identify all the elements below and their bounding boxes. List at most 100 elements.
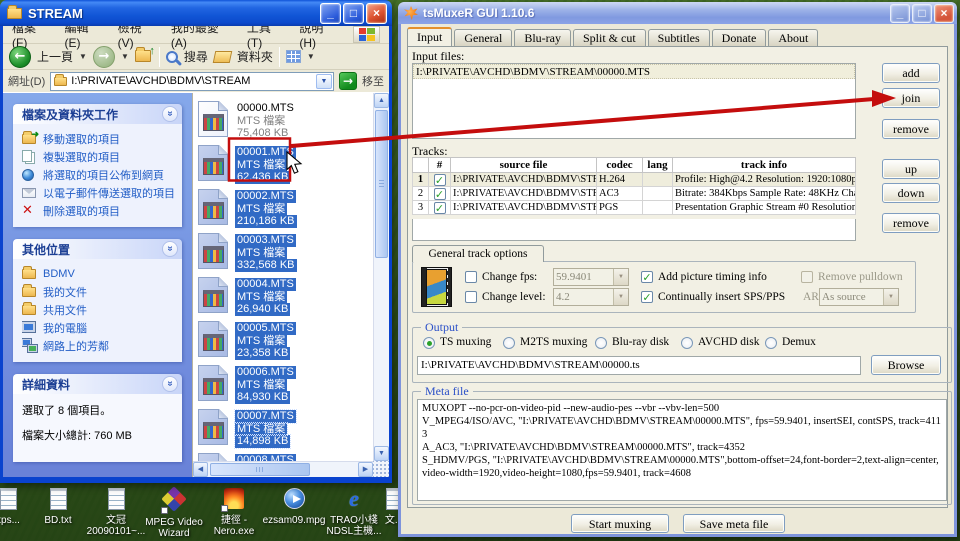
change-fps-checkbox[interactable]: ✓	[465, 271, 477, 283]
close-button[interactable]: ×	[934, 4, 954, 23]
file-tasks-header[interactable]: 檔案及資料夾工作	[13, 104, 182, 124]
details-header[interactable]: 詳細資料	[13, 374, 182, 394]
file-tile[interactable]: 00002.MTSMTS 檔案210,186 KB	[198, 189, 297, 228]
file-tile[interactable]: 00003.MTSMTS 檔案332,568 KB	[198, 233, 297, 272]
browse-button[interactable]: Browse	[871, 355, 941, 375]
search-icon[interactable]	[166, 51, 178, 63]
go-button-label[interactable]: 移至	[362, 73, 384, 89]
ts-muxing-radio[interactable]	[423, 337, 435, 349]
file-tile-highlighted[interactable]: 00001.MTSMTS 檔案62,436 KB	[198, 145, 296, 184]
desktop-icon-nero[interactable]: 捷徑 -Nero.exe	[202, 488, 266, 537]
avchd-disk-label[interactable]: AVCHD disk	[698, 336, 759, 348]
tab-general[interactable]: General	[454, 29, 512, 46]
views-icon[interactable]	[286, 50, 301, 63]
desktop-icon-mpeg-wizard[interactable]: MPEG VideoWizard	[142, 488, 206, 539]
horizontal-scroll-thumb[interactable]	[210, 463, 310, 476]
tab-input[interactable]: Input	[407, 27, 452, 46]
minimize-button[interactable]: _	[320, 3, 341, 24]
collapse-chevron-icon[interactable]	[162, 376, 178, 392]
start-muxing-button[interactable]: Start muxing	[571, 514, 669, 533]
aspect-ratio-dropdown[interactable]: As source▼	[819, 288, 899, 306]
go-icon[interactable]: →	[339, 72, 357, 90]
place-my-computer[interactable]: 我的電腦	[22, 320, 177, 335]
resize-grip[interactable]	[373, 461, 389, 477]
back-icon[interactable]: ←	[9, 46, 31, 68]
meta-file-textarea[interactable]: MUXOPT --no-pcr-on-video-pid --new-audio…	[417, 399, 947, 501]
join-button[interactable]: join	[882, 88, 940, 108]
task-copy-item[interactable]: 複製選取的項目	[22, 149, 177, 164]
track-row[interactable]: 3 ✓ I:\PRIVATE\AVCHD\BDMV\STREA··· PGS P…	[413, 201, 856, 215]
place-bdmv[interactable]: BDMV	[22, 266, 177, 281]
ts-muxing-label[interactable]: TS muxing	[440, 336, 491, 348]
task-delete-item[interactable]: ✕刪除選取的項目	[22, 203, 177, 218]
level-dropdown[interactable]: 4.2▼	[553, 288, 629, 306]
address-dropdown-icon[interactable]: ▼	[316, 74, 332, 89]
output-path-input[interactable]: I:\PRIVATE\AVCHD\BDMV\STREAM\00000.ts	[417, 356, 861, 375]
folders-button-label[interactable]: 資料夾	[237, 48, 273, 65]
file-tile-focused[interactable]: 00007.MTSMTS 檔案14,898 KB	[198, 409, 296, 448]
bluray-disk-label[interactable]: Blu-ray disk	[612, 336, 669, 348]
maximize-button[interactable]: □	[343, 3, 364, 24]
other-places-header[interactable]: 其他位置	[13, 239, 182, 259]
file-tile[interactable]: 00006.MTSMTS 檔案84,930 KB	[198, 365, 296, 404]
desktop-icon-doc[interactable]: 文冠20090101~...	[84, 488, 148, 537]
track-down-button[interactable]: down	[882, 183, 940, 203]
explorer-titlebar[interactable]: STREAM _ □ ×	[0, 0, 392, 26]
add-picture-timing-checkbox[interactable]: ✓	[641, 271, 653, 283]
scroll-left-icon[interactable]: ◀	[193, 462, 208, 477]
change-level-checkbox[interactable]: ✓	[465, 291, 477, 303]
fps-dropdown[interactable]: 59.9401▼	[553, 268, 629, 286]
file-tile[interactable]: 00000.MTSMTS 檔案75,408 KB	[198, 101, 296, 140]
collapse-chevron-icon[interactable]	[162, 106, 178, 122]
tab-subtitles[interactable]: Subtitles	[648, 29, 710, 46]
forward-icon[interactable]: →	[93, 46, 115, 68]
insert-sps-pps-checkbox[interactable]: ✓	[641, 291, 653, 303]
tsmuxer-titlebar[interactable]: tsMuxeR GUI 1.10.6 _ □ ×	[398, 2, 957, 24]
task-move-item[interactable]: ➜移動選取的項目	[22, 131, 177, 146]
place-shared-documents[interactable]: 共用文件	[22, 302, 177, 317]
general-track-options-tab[interactable]: General track options	[412, 245, 544, 262]
add-button[interactable]: add	[882, 63, 940, 83]
demux-radio[interactable]	[765, 337, 777, 349]
track-enabled-checkbox[interactable]: ✓	[434, 202, 446, 214]
track-enabled-checkbox[interactable]: ✓	[434, 174, 446, 186]
bluray-disk-radio[interactable]	[595, 337, 607, 349]
track-enabled-checkbox[interactable]: ✓	[434, 188, 446, 200]
scroll-down-icon[interactable]: ▼	[374, 446, 389, 461]
file-tile[interactable]: 00005.MTSMTS 檔案23,358 KB	[198, 321, 296, 360]
up-folder-icon[interactable]	[135, 50, 153, 64]
scroll-up-icon[interactable]: ▲	[374, 93, 389, 108]
m2ts-muxing-radio[interactable]	[503, 337, 515, 349]
desktop-icon-bd-txt[interactable]: BD.txt	[26, 488, 90, 526]
track-row[interactable]: 2 ✓ I:\PRIVATE\AVCHD\BDMV\STREA··· AC3 B…	[413, 187, 856, 201]
place-network[interactable]: 網路上的芳鄰	[22, 338, 177, 353]
file-tile[interactable]: 00004.MTSMTS 檔案26,940 KB	[198, 277, 296, 316]
vertical-scroll-thumb[interactable]	[375, 110, 388, 258]
tab-about[interactable]: About	[768, 29, 818, 46]
minimize-button[interactable]: _	[890, 4, 910, 23]
tab-donate[interactable]: Donate	[712, 29, 767, 46]
remove-button[interactable]: remove	[882, 119, 940, 139]
collapse-chevron-icon[interactable]	[162, 241, 178, 257]
track-up-button[interactable]: up	[882, 159, 940, 179]
tab-split-cut[interactable]: Split & cut	[573, 29, 646, 46]
place-my-documents[interactable]: 我的文件	[22, 284, 177, 299]
avchd-disk-radio[interactable]	[681, 337, 693, 349]
vertical-scrollbar[interactable]: ▲ ▼	[373, 93, 389, 461]
scroll-right-icon[interactable]: ▶	[358, 462, 373, 477]
task-publish-item[interactable]: 將選取的項目公佈到網頁	[22, 167, 177, 182]
demux-label[interactable]: Demux	[782, 336, 816, 348]
file-tile-partial[interactable]: 00008.MTS	[198, 453, 296, 461]
desktop-icon-mpg[interactable]: ezsam09.mpg	[262, 488, 326, 526]
close-button[interactable]: ×	[366, 3, 387, 24]
tab-bluray[interactable]: Blu-ray	[514, 29, 571, 46]
back-button-label[interactable]: 上一頁	[37, 48, 73, 65]
folders-icon[interactable]	[213, 51, 233, 63]
save-meta-file-button[interactable]: Save meta file	[683, 514, 785, 533]
forward-dropdown-icon[interactable]: ▼	[121, 52, 129, 61]
address-input[interactable]: I:\PRIVATE\AVCHD\BDMV\STREAM ▼	[50, 72, 334, 91]
maximize-button[interactable]: □	[912, 4, 932, 23]
task-email-item[interactable]: 以電子郵件傳送選取的項目	[22, 185, 177, 200]
track-row[interactable]: 1 ✓ I:\PRIVATE\AVCHD\BDMV\STREA··· H.264…	[413, 173, 856, 187]
m2ts-muxing-label[interactable]: M2TS muxing	[520, 336, 587, 348]
